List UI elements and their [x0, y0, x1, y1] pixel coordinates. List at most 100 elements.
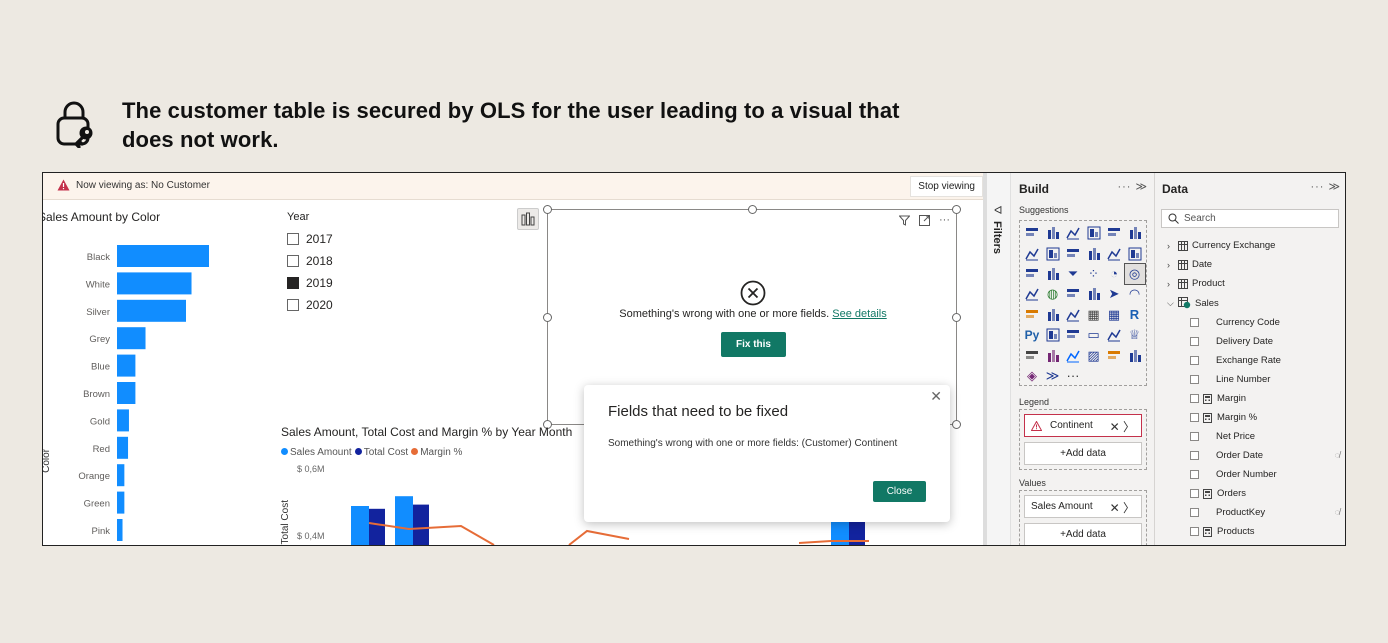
line-chart-icon[interactable]	[1022, 243, 1042, 263]
bar[interactable]	[117, 272, 192, 295]
checkbox[interactable]	[1190, 375, 1199, 384]
chevron-right-icon[interactable]: ›	[1167, 241, 1178, 251]
bar[interactable]	[117, 436, 129, 459]
pie-icon[interactable]: ◔	[1104, 264, 1124, 284]
close-button[interactable]: Close	[873, 481, 926, 502]
slicer-item-2020[interactable]: 2020	[287, 298, 333, 312]
checkbox[interactable]	[1190, 527, 1199, 536]
slicer-icon[interactable]	[1063, 305, 1083, 325]
table-node[interactable]: › Date	[1167, 259, 1212, 270]
decomposition-icon[interactable]	[1063, 325, 1083, 345]
ribbon-icon[interactable]	[1022, 264, 1042, 284]
gauge-icon[interactable]: ◠	[1125, 284, 1145, 304]
table-node[interactable]: › Currency Exchange	[1167, 240, 1275, 251]
column-100-icon[interactable]	[1125, 223, 1145, 243]
clustered-column-icon[interactable]	[1084, 223, 1104, 243]
filters-pane-collapsed[interactable]: ᐊ Filters	[983, 173, 1011, 545]
paginated-icon[interactable]	[1022, 345, 1042, 365]
sales-amount-bar[interactable]	[351, 506, 369, 545]
bar[interactable]	[117, 409, 129, 432]
bar[interactable]	[117, 245, 209, 267]
scatter-icon[interactable]: ⁘	[1084, 264, 1104, 284]
checkbox-checked[interactable]	[287, 277, 299, 289]
stacked-area-icon[interactable]	[1063, 243, 1083, 263]
slicer-item-2018[interactable]: 2018	[287, 254, 333, 268]
forward-icon[interactable]: ≫	[1043, 366, 1063, 386]
stacked-column-icon[interactable]	[1043, 223, 1063, 243]
field-row[interactable]: Net Price	[1190, 431, 1340, 442]
sales-amount-bar[interactable]	[395, 496, 413, 545]
field-row[interactable]: Orders	[1190, 488, 1340, 499]
donut-icon[interactable]: ◎	[1123, 262, 1146, 286]
field-row[interactable]: Delivery Date	[1190, 336, 1340, 347]
bar[interactable]	[117, 327, 146, 350]
line-stacked-icon[interactable]	[1125, 243, 1145, 263]
treemap-icon[interactable]	[1022, 284, 1042, 304]
card-icon[interactable]	[1022, 305, 1042, 325]
add-data-button[interactable]: +Add data	[1024, 442, 1142, 465]
chip-remove-icon[interactable]: ✕ 〉	[1110, 418, 1135, 435]
checkbox[interactable]	[1190, 489, 1199, 498]
slicer-visual-icon[interactable]	[517, 208, 539, 230]
legend-field-chip[interactable]: Continent ✕ 〉	[1024, 414, 1142, 437]
slicer-item-2017[interactable]: 2017	[287, 232, 333, 246]
total-cost-bar[interactable]	[413, 504, 429, 545]
field-row[interactable]: Currency Code	[1190, 317, 1340, 328]
checkbox[interactable]	[287, 233, 299, 245]
area-chart-icon[interactable]	[1043, 243, 1063, 263]
checkbox[interactable]	[1190, 432, 1199, 441]
qa-icon[interactable]: ▭	[1084, 325, 1104, 345]
close-icon[interactable]: ✕	[930, 388, 942, 405]
add-data-button[interactable]: +Add data	[1024, 523, 1142, 545]
filter-icon[interactable]	[899, 215, 910, 226]
slicer-item-2019[interactable]: 2019	[287, 276, 333, 290]
kpi-icon[interactable]	[1043, 305, 1063, 325]
filled-map-icon[interactable]	[1063, 284, 1083, 304]
key-influencers-icon[interactable]	[1043, 325, 1063, 345]
checkbox[interactable]	[287, 299, 299, 311]
bar[interactable]	[117, 382, 136, 404]
resize-handle[interactable]	[952, 205, 961, 214]
power-automate-icon[interactable]	[1063, 345, 1083, 365]
line-column-icon[interactable]	[1104, 243, 1124, 263]
bar[interactable]	[117, 354, 136, 377]
field-row[interactable]: Margin %	[1190, 412, 1340, 423]
fix-this-button[interactable]: Fix this	[721, 332, 786, 357]
focus-mode-icon[interactable]	[919, 214, 930, 226]
checkbox[interactable]	[1190, 337, 1199, 346]
azure-map-icon[interactable]: ➤	[1104, 284, 1124, 304]
matrix-icon[interactable]: ▦	[1104, 305, 1124, 325]
chevron-right-icon[interactable]: ›	[1167, 279, 1178, 289]
map-icon[interactable]: ◍	[1043, 284, 1063, 304]
checkbox[interactable]	[1190, 394, 1199, 403]
checkbox[interactable]	[1190, 356, 1199, 365]
checkbox[interactable]	[1190, 413, 1199, 422]
more-options-icon[interactable]: ··· ≫	[1117, 180, 1148, 193]
stacked-bar-icon[interactable]	[1022, 223, 1042, 243]
see-details-link[interactable]: See details	[832, 308, 886, 320]
narrative-icon[interactable]	[1104, 325, 1124, 345]
field-row[interactable]: Order Date ◌̸	[1190, 450, 1340, 461]
bar-100-icon[interactable]	[1104, 223, 1124, 243]
table-node[interactable]: ⌵ Sales	[1167, 297, 1219, 309]
resize-handle[interactable]	[543, 205, 552, 214]
bar[interactable]	[117, 464, 125, 487]
custom-icon[interactable]	[1104, 345, 1124, 365]
chip-remove-icon[interactable]: ✕ 〉	[1110, 499, 1135, 516]
python-icon[interactable]: Py	[1022, 325, 1042, 345]
bar-chart[interactable]: Black White Silver Grey Blue Brown Gold Red Oran…	[43, 233, 243, 545]
bar[interactable]	[117, 299, 186, 322]
stop-viewing-button[interactable]: Stop viewing	[910, 176, 983, 197]
table-icon[interactable]: ▦	[1084, 305, 1104, 325]
search-input[interactable]: Search	[1161, 209, 1339, 228]
field-row[interactable]: Margin	[1190, 393, 1340, 404]
field-row[interactable]: Line Number	[1190, 374, 1340, 385]
more-options-icon[interactable]: ··· ≫	[1310, 180, 1341, 193]
field-row[interactable]: ProductKey ◌̸	[1190, 507, 1340, 518]
checkbox[interactable]	[1190, 451, 1199, 460]
get-more-icon[interactable]	[1125, 345, 1145, 365]
bar[interactable]	[117, 519, 123, 541]
more-visuals-icon[interactable]: ···	[1063, 366, 1083, 386]
funnel-icon[interactable]: ⏷	[1063, 264, 1083, 284]
checkbox[interactable]	[1190, 508, 1199, 517]
